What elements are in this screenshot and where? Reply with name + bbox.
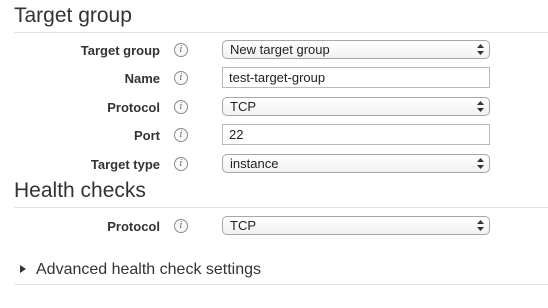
info-icon[interactable]: i <box>174 43 188 57</box>
info-icon[interactable]: i <box>174 219 188 233</box>
info-icon[interactable]: i <box>174 157 188 171</box>
target-group-select[interactable]: New target group <box>222 40 490 59</box>
health-protocol-row: Protocol i TCP <box>0 216 548 238</box>
target-group-divider <box>14 32 548 33</box>
health-checks-heading: Health checks <box>14 179 146 202</box>
advanced-health-check-label: Advanced health check settings <box>36 261 262 278</box>
caret-right-icon <box>20 265 26 273</box>
health-checks-divider <box>14 207 548 208</box>
health-protocol-select[interactable]: TCP <box>222 216 490 235</box>
protocol-select-value: TCP <box>230 99 256 114</box>
port-label: Port <box>134 128 160 143</box>
name-label: Name <box>124 71 160 86</box>
health-protocol-label: Protocol <box>107 219 160 234</box>
target-type-select-value: instance <box>230 156 279 171</box>
select-arrows-icon <box>477 44 484 55</box>
info-icon[interactable]: i <box>174 100 188 114</box>
info-icon[interactable]: i <box>174 128 188 142</box>
select-arrows-icon <box>477 101 484 112</box>
target-type-row: Target type i instance <box>0 154 548 176</box>
target-group-heading: Target group <box>14 4 132 27</box>
target-group-label: Target group <box>80 43 160 58</box>
target-group-select-value: New target group <box>230 42 330 57</box>
select-arrows-icon <box>477 220 484 231</box>
target-group-row: Target group i New target group <box>0 40 548 62</box>
name-row: Name i test-target-group <box>0 67 548 90</box>
protocol-row: Protocol i TCP <box>0 97 548 119</box>
target-type-label: Target type <box>90 157 160 172</box>
port-row: Port i 22 <box>0 124 548 147</box>
select-arrows-icon <box>477 158 484 169</box>
protocol-select[interactable]: TCP <box>222 97 490 116</box>
health-protocol-select-value: TCP <box>230 218 256 233</box>
info-icon[interactable]: i <box>174 71 188 85</box>
advanced-divider <box>14 284 548 285</box>
name-input[interactable]: test-target-group <box>222 67 490 88</box>
protocol-label: Protocol <box>107 100 160 115</box>
port-input[interactable]: 22 <box>222 124 490 145</box>
target-type-select[interactable]: instance <box>222 154 490 173</box>
